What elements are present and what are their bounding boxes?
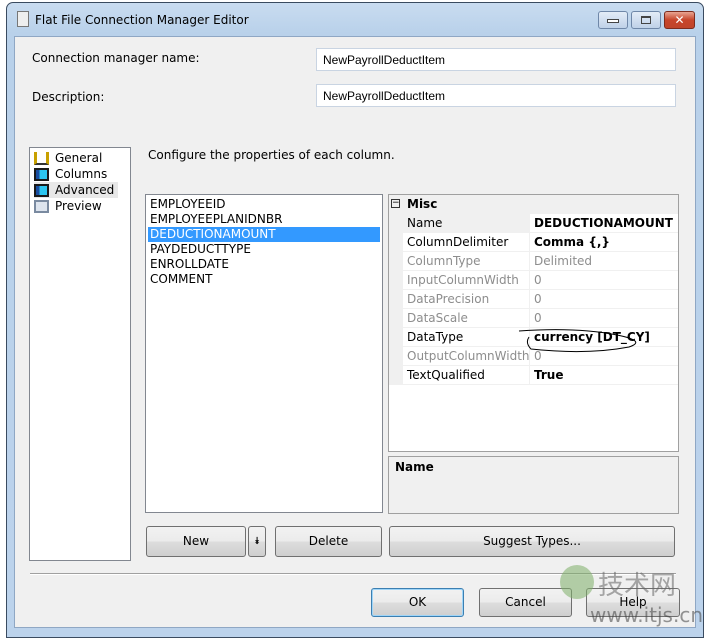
nav-item-preview[interactable]: Preview (34, 198, 102, 214)
preview-icon (34, 199, 49, 213)
close-button[interactable]: ✕ (664, 11, 695, 29)
advanced-icon (34, 183, 49, 197)
property-name: ColumnType (407, 254, 481, 268)
delete-button[interactable]: Delete (275, 526, 382, 557)
property-name: ColumnDelimiter (407, 235, 509, 249)
property-name: Name (407, 216, 443, 230)
collapse-icon[interactable]: − (391, 199, 400, 208)
property-name: DataType (407, 330, 464, 344)
property-name: DataScale (407, 311, 468, 325)
property-value: 0 (529, 309, 678, 327)
property-value: True (529, 366, 678, 384)
hand-drawn-circle-annotation (518, 329, 637, 353)
category-misc: Misc (407, 197, 438, 211)
separator (30, 573, 676, 575)
nav-label: Columns (55, 167, 108, 181)
property-row-name[interactable]: Name DEDUCTIONAMOUNT (403, 214, 678, 233)
app-icon (17, 11, 29, 27)
new-dropdown-button[interactable]: ⯯ (248, 526, 266, 557)
list-item[interactable]: ENROLLDATE (148, 257, 380, 272)
property-grid: − Misc Name DEDUCTIONAMOUNT ColumnDelimit… (388, 194, 679, 452)
nav-label: Preview (55, 199, 102, 213)
property-value: 0 (529, 290, 678, 308)
list-item[interactable]: COMMENT (148, 272, 380, 287)
list-item[interactable]: EMPLOYEEPLANIDNBR (148, 212, 380, 227)
maximize-button[interactable] (631, 11, 661, 29)
property-name: TextQualified (407, 368, 485, 382)
new-button[interactable]: New (146, 526, 246, 557)
connection-name-input[interactable] (316, 48, 676, 71)
suggest-types-button[interactable]: Suggest Types... (389, 526, 675, 557)
list-item-selected[interactable]: DEDUCTIONAMOUNT (148, 227, 380, 242)
property-row-columndelimiter[interactable]: ColumnDelimiter Comma {,} (403, 233, 678, 252)
description-input[interactable] (316, 84, 676, 107)
property-row-datascale[interactable]: DataScale 0 (403, 309, 678, 328)
window-title: Flat File Connection Manager Editor (35, 13, 249, 27)
property-value: Delimited (529, 252, 678, 270)
connection-name-label: Connection manager name: (32, 51, 200, 65)
property-name: InputColumnWidth (407, 273, 519, 287)
cancel-button[interactable]: Cancel (479, 588, 572, 617)
list-item[interactable]: PAYDEDUCTTYPE (148, 242, 380, 257)
description-label: Description: (32, 90, 105, 104)
property-row-textqualified[interactable]: TextQualified True (403, 366, 678, 385)
property-description-title: Name (395, 460, 434, 474)
ok-button[interactable]: OK (371, 588, 464, 617)
columns-list[interactable]: EMPLOYEEID EMPLOYEEPLANIDNBR DEDUCTIONAM… (145, 194, 383, 513)
property-row-inputcolumnwidth[interactable]: InputColumnWidth 0 (403, 271, 678, 290)
nav-item-columns[interactable]: Columns (34, 166, 107, 182)
minimize-button[interactable] (598, 11, 628, 29)
property-value: 0 (529, 271, 678, 289)
double-chevron-down-icon: ⯯ (254, 536, 260, 547)
property-value: DEDUCTIONAMOUNT (529, 214, 678, 232)
property-name: OutputColumnWidth (407, 349, 530, 363)
nav-label: General (55, 151, 103, 165)
help-button[interactable]: Help (586, 588, 680, 617)
nav-label: Advanced (55, 183, 115, 197)
property-row-columntype[interactable]: ColumnType Delimited (403, 252, 678, 271)
nav-item-advanced[interactable]: Advanced (34, 182, 119, 198)
list-item[interactable]: EMPLOYEEID (148, 197, 380, 212)
property-row-dataprecision[interactable]: DataPrecision 0 (403, 290, 678, 309)
nav-panel: General Columns Advanced Preview (29, 147, 131, 561)
property-description-pane: Name (388, 456, 679, 514)
property-value: Comma {,} (529, 233, 678, 251)
property-name: DataPrecision (407, 292, 490, 306)
instruction-text: Configure the properties of each column. (148, 148, 395, 162)
columns-icon (34, 167, 49, 181)
general-icon (34, 151, 49, 165)
nav-item-general[interactable]: General (34, 150, 102, 166)
